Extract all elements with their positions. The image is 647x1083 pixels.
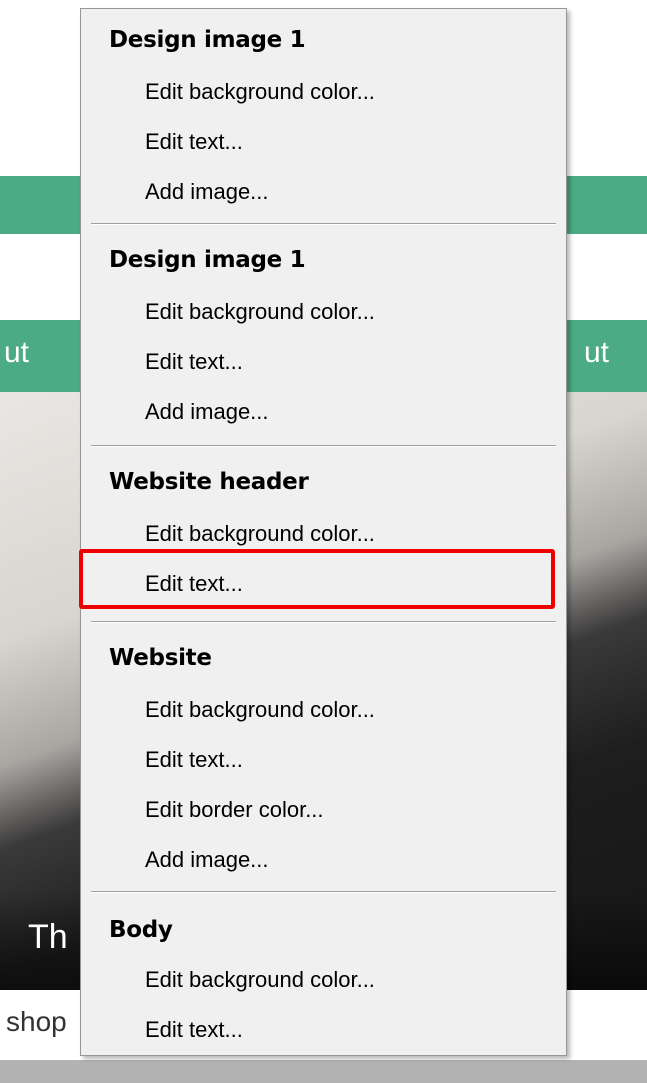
menu-item-edit-text[interactable]: Edit text... xyxy=(145,747,243,773)
menu-item-add-image[interactable]: Add image... xyxy=(145,179,269,205)
menu-group-header-website-header: Website header xyxy=(109,469,309,495)
nav-item-right[interactable]: ut xyxy=(584,336,609,370)
menu-item-edit-background-color[interactable]: Edit background color... xyxy=(145,521,375,547)
menu-separator xyxy=(91,621,556,623)
menu-group-header-design-image-1: Design image 1 xyxy=(109,247,306,273)
menu-item-add-image[interactable]: Add image... xyxy=(145,847,269,873)
menu-item-edit-border-color[interactable]: Edit border color... xyxy=(145,797,324,823)
page-text: shop xyxy=(6,1006,67,1037)
bottom-bar xyxy=(0,1060,647,1083)
menu-item-edit-background-color[interactable]: Edit background color... xyxy=(145,299,375,325)
menu-item-edit-text[interactable]: Edit text... xyxy=(145,349,243,375)
menu-item-edit-background-color[interactable]: Edit background color... xyxy=(145,697,375,723)
menu-item-edit-background-color[interactable]: Edit background color... xyxy=(145,79,375,105)
menu-item-edit-background-color[interactable]: Edit background color... xyxy=(145,967,375,993)
menu-group-header-website: Website xyxy=(109,645,212,671)
menu-item-add-image[interactable]: Add image... xyxy=(145,399,269,425)
menu-group-header-design-image-1: Design image 1 xyxy=(109,27,306,53)
highlight-box xyxy=(79,549,555,609)
hero-title: Th xyxy=(28,918,68,956)
menu-item-edit-text[interactable]: Edit text... xyxy=(145,129,243,155)
context-menu: Design image 1 Edit background color... … xyxy=(79,8,567,1056)
menu-separator xyxy=(91,891,556,893)
menu-item-edit-text[interactable]: Edit text... xyxy=(145,1017,243,1043)
menu-group-header-body: Body xyxy=(109,917,173,943)
menu-separator xyxy=(91,223,556,225)
nav-item-left[interactable]: ut xyxy=(4,336,29,370)
menu-separator xyxy=(91,445,556,447)
